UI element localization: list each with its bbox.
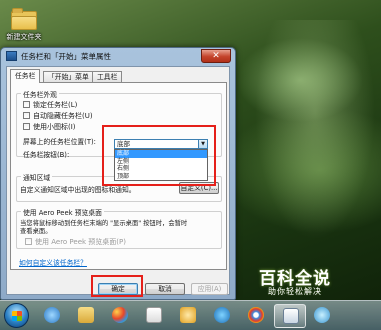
small-icons-option[interactable]: 使用小图标(I) [23, 122, 76, 131]
browser-icon [248, 307, 264, 323]
tab-toolbars[interactable]: 工具栏 [92, 71, 123, 82]
ok-highlight-box [91, 275, 143, 297]
dialog-titlebar[interactable]: 任务栏和「开始」菜单属性 ✕ [1, 48, 235, 65]
aero-peek-checkbox-label: 使用 Aero Peek 预览桌面(P) [35, 237, 126, 246]
aero-peek-description-line2: 查看桌面。 [20, 228, 52, 235]
document-icon [146, 307, 162, 323]
taskbar-app-explorer[interactable] [70, 304, 102, 328]
start-button[interactable] [4, 303, 29, 328]
appearance-group-title: 任务栏外观 [21, 89, 59, 99]
taskbar-position-label: 屏幕上的任务栏位置(T): [23, 138, 96, 146]
cancel-button[interactable]: 取消 [145, 283, 185, 295]
desktop-folder-icon[interactable]: 新建文件夹 [2, 4, 46, 42]
taskbar-app-ie[interactable] [36, 304, 68, 328]
taskbar-properties-icon [6, 51, 17, 61]
position-option-bottom[interactable]: 底部 [115, 150, 207, 158]
taskbar-position-select[interactable]: 底部 ▼ [114, 139, 208, 149]
taskbar-app-document[interactable] [138, 304, 170, 328]
wallpaper-highlight [250, 20, 380, 250]
aero-peek-checkbox[interactable] [25, 238, 32, 245]
windows-logo-icon [12, 311, 22, 321]
taskbar-position-dropdown[interactable]: 底部 ▼ 底部 左侧 右侧 顶部 [114, 139, 208, 181]
folder-icon [11, 8, 37, 30]
help-link[interactable]: 如何自定义该任务栏？ [19, 257, 87, 267]
aero-peek-title: 使用 Aero Peek 预览桌面 [21, 207, 104, 217]
tab-start-menu[interactable]: 「开始」菜单 [43, 71, 94, 82]
apply-button[interactable]: 应用(A) [191, 283, 228, 295]
lock-taskbar-label: 锁定任务栏(L) [33, 100, 78, 109]
autohide-checkbox[interactable] [23, 112, 30, 119]
media-player-icon [214, 307, 230, 323]
taskbar-app-properties-active[interactable] [274, 304, 306, 328]
small-icons-label: 使用小图标(I) [33, 122, 76, 131]
windows-taskbar [0, 300, 381, 330]
taskbar-buttons-label: 任务栏按钮(B): [23, 151, 70, 159]
aero-peek-option[interactable]: 使用 Aero Peek 预览桌面(P) [25, 237, 126, 246]
autohide-label: 自动隐藏任务栏(U) [33, 111, 93, 120]
autohide-option[interactable]: 自动隐藏任务栏(U) [23, 111, 93, 120]
internet-explorer-icon [44, 307, 60, 323]
taskbar-app-paint[interactable] [104, 304, 136, 328]
taskbar-app-settings[interactable] [172, 304, 204, 328]
tab-taskbar[interactable]: 任务栏 [10, 69, 41, 83]
position-option-top[interactable]: 顶部 [115, 173, 207, 181]
small-icons-checkbox[interactable] [23, 123, 30, 130]
folder-icon [78, 307, 94, 323]
lock-taskbar-checkbox[interactable] [23, 101, 30, 108]
chevron-down-icon[interactable]: ▼ [198, 140, 207, 148]
paint-icon [112, 307, 128, 323]
watermark-subtitle: 助你轻松解决 [268, 287, 322, 296]
control-panel-icon [283, 308, 299, 324]
taskbar-position-options: 底部 左侧 右侧 顶部 [114, 149, 208, 181]
taskbar-app-media[interactable] [206, 304, 238, 328]
position-option-left[interactable]: 左侧 [115, 158, 207, 166]
notification-area-title: 通知区域 [21, 172, 53, 182]
lock-taskbar-option[interactable]: 锁定任务栏(L) [23, 100, 77, 109]
taskbar-app-tool[interactable] [306, 304, 338, 328]
dialog-title: 任务栏和「开始」菜单属性 [21, 52, 111, 61]
position-option-right[interactable]: 右侧 [115, 165, 207, 173]
taskbar-position-value: 底部 [117, 140, 130, 148]
watermark-logo: 百科全说 助你轻松解决 [259, 264, 359, 302]
desktop-folder-label: 新建文件夹 [6, 33, 42, 41]
taskbar-app-browser[interactable] [240, 304, 272, 328]
aero-peek-group: 使用 Aero Peek 预览桌面 当您将鼠标移动到任务栏末端的 "显示桌面" … [16, 207, 222, 249]
tool-icon [314, 307, 330, 323]
settings-icon [180, 307, 196, 323]
close-button[interactable]: ✕ [201, 49, 231, 63]
